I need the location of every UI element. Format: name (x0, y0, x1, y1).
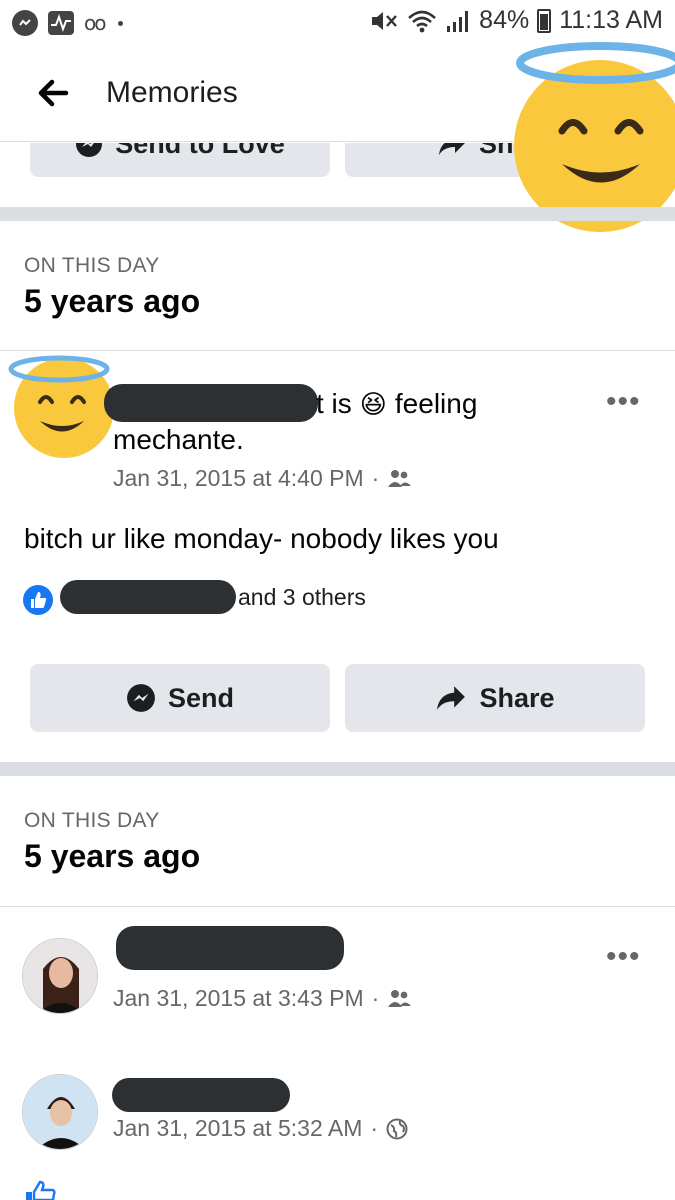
on-this-day-label: ON THIS DAY (24, 809, 160, 832)
post-header-line: t is 😆 feeling (316, 388, 477, 420)
avatar[interactable] (22, 1074, 98, 1150)
on-this-day-label: ON THIS DAY (24, 254, 160, 277)
more-notifications-dot (118, 20, 124, 26)
post-options-button[interactable]: ••• (606, 385, 641, 419)
friends-audience-icon[interactable] (387, 469, 413, 489)
section-separator (0, 207, 675, 221)
wifi-icon (408, 10, 437, 32)
send-to-love-label: Send to Love (115, 143, 285, 159)
years-ago-heading: 5 years ago (24, 283, 201, 319)
messenger-icon (76, 143, 103, 157)
page-title: Memories (106, 76, 238, 109)
redacted-reactor-name (60, 580, 236, 614)
section-separator (0, 762, 675, 776)
avatar[interactable] (22, 938, 98, 1014)
like-icon[interactable] (22, 1178, 62, 1200)
post-timestamp[interactable]: Jan 31, 2015 at 4:40 PM (113, 465, 364, 492)
post-header-mid: t is (316, 388, 352, 419)
years-ago-heading: 5 years ago (24, 838, 201, 874)
feeling-word: feeling (394, 388, 478, 419)
halo-smiley-sticker (514, 42, 675, 232)
meta-dot: · (371, 465, 380, 491)
share-label: Share (479, 682, 555, 713)
battery-percent: 84% (479, 6, 530, 34)
post-meta: Jan 31, 2015 at 4:40 PM · (113, 465, 413, 492)
reactions-suffix[interactable]: and 3 others (238, 584, 366, 611)
post-timestamp[interactable]: Jan 31, 2015 at 3:43 PM (113, 985, 364, 1012)
share-button[interactable]: Share (345, 664, 645, 732)
activity-notification-icon (48, 11, 74, 35)
battery-icon (537, 8, 552, 33)
share-arrow-icon (437, 686, 466, 710)
post-meta: Jan 31, 2015 at 5:32 AM · (113, 1115, 408, 1142)
meta-dot: · (370, 1115, 379, 1141)
post-body: bitch ur like monday- nobody likes you (24, 523, 499, 554)
messenger-icon (127, 684, 155, 712)
post-options-button[interactable]: ••• (606, 940, 641, 974)
clock: 11:13 AM (559, 6, 663, 34)
send-to-love-button[interactable]: Send to Love (30, 143, 330, 177)
back-arrow-icon[interactable] (36, 76, 70, 110)
divider (0, 350, 675, 351)
messenger-notification-icon (12, 10, 38, 36)
redacted-author-name (112, 1078, 290, 1112)
feeling-value: mechante. (113, 424, 244, 455)
friends-audience-icon[interactable] (387, 989, 413, 1009)
signal-icon (447, 10, 469, 32)
feeling-emoji-icon: 😆 (359, 388, 387, 419)
send-label: Send (167, 682, 234, 713)
mute-icon (372, 11, 398, 30)
globe-public-icon[interactable] (386, 1118, 408, 1140)
redacted-author-name (116, 926, 344, 970)
voicemail-icon: oo (84, 11, 107, 35)
halo-smiley-avatar[interactable] (4, 352, 114, 464)
meta-dot: · (371, 985, 380, 1011)
redacted-author-name (104, 384, 318, 422)
divider (0, 906, 675, 907)
share-arrow-icon (439, 143, 465, 155)
like-reaction-icon (23, 585, 53, 615)
post-meta: Jan 31, 2015 at 3:43 PM · (113, 985, 413, 1012)
post-timestamp[interactable]: Jan 31, 2015 at 5:32 AM (113, 1115, 362, 1142)
send-button[interactable]: Send (30, 664, 330, 732)
